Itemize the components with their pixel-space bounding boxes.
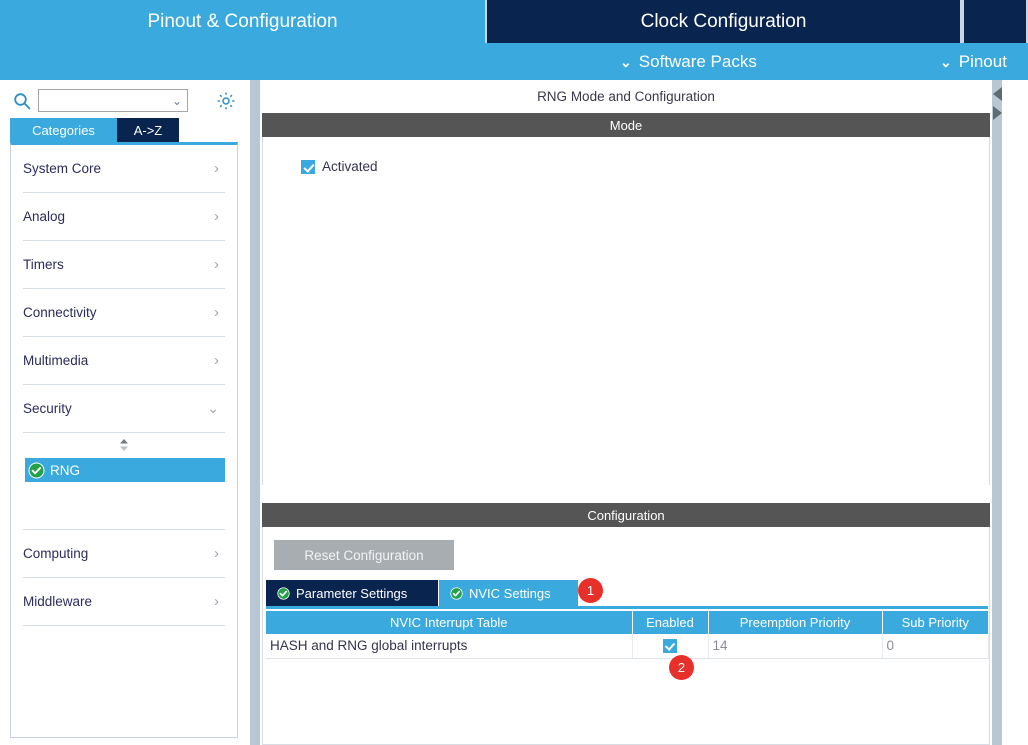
sidebar-tab-bar: Categories A->Z bbox=[10, 118, 248, 142]
sidebar-item-label: Timers bbox=[23, 257, 64, 272]
right-margin bbox=[1006, 80, 1028, 745]
sidebar-item-middleware[interactable]: Middleware › bbox=[23, 578, 225, 626]
sidebar: ⌄ Categories A->Z System Core › Analog › bbox=[0, 82, 248, 745]
tab-parameter-settings[interactable]: Parameter Settings bbox=[266, 580, 438, 606]
sidebar-item-system-core[interactable]: System Core › bbox=[23, 145, 225, 193]
scroll-spinner-icon[interactable] bbox=[117, 438, 131, 452]
configuration-tab-strip: Parameter Settings NVIC Settings bbox=[266, 580, 988, 609]
software-packs-label: Software Packs bbox=[638, 51, 757, 71]
sidebar-divider[interactable] bbox=[248, 80, 262, 745]
table-row[interactable]: HASH and RNG global interrupts 14 0 bbox=[266, 634, 989, 659]
sidebar-item-rng[interactable]: RNG bbox=[25, 458, 225, 482]
configuration-section-label: Configuration bbox=[587, 507, 665, 523]
activated-label: Activated bbox=[322, 159, 378, 174]
sidebar-item-security[interactable]: Security ⌄ bbox=[23, 385, 225, 433]
chevron-right-icon: › bbox=[214, 593, 219, 610]
right-collapse-strip bbox=[990, 80, 1004, 745]
interrupt-name-cell: HASH and RNG global interrupts bbox=[266, 634, 633, 659]
nvic-interrupt-table: NVIC Interrupt Table Enabled Preemption … bbox=[266, 611, 989, 659]
tab-underline bbox=[266, 606, 988, 609]
sub-priority-cell[interactable]: 0 bbox=[882, 634, 989, 659]
activated-checkbox-row[interactable]: Activated bbox=[301, 159, 378, 174]
tab-parameter-settings-label: Parameter Settings bbox=[296, 585, 408, 601]
annotation-badge-2: 2 bbox=[669, 655, 694, 680]
security-children: RNG bbox=[23, 433, 225, 530]
tab-third-partial[interactable] bbox=[962, 0, 1028, 43]
chevron-right-icon: › bbox=[214, 208, 219, 225]
sidebar-item-label: System Core bbox=[23, 161, 102, 176]
tab-nvic-settings[interactable]: NVIC Settings bbox=[439, 580, 578, 606]
chevron-right-icon: › bbox=[214, 352, 219, 369]
tab-a-to-z-label: A->Z bbox=[133, 122, 163, 138]
chevron-down-icon: ⌄ bbox=[620, 53, 632, 70]
chevron-right-icon: › bbox=[214, 545, 219, 562]
pinout-menu[interactable]: ⌄ Pinout bbox=[940, 43, 1007, 80]
tab-clock-configuration[interactable]: Clock Configuration bbox=[485, 0, 962, 43]
search-box[interactable]: ⌄ bbox=[38, 89, 188, 112]
sidebar-item-label: Computing bbox=[23, 546, 89, 561]
gear-icon[interactable] bbox=[216, 91, 236, 111]
sidebar-item-connectivity[interactable]: Connectivity › bbox=[23, 289, 225, 337]
check-circle-icon bbox=[277, 586, 290, 600]
configuration-section-body: Reset Configuration Parameter Settings N… bbox=[262, 527, 990, 745]
column-header-sub-priority[interactable]: Sub Priority bbox=[882, 611, 988, 634]
chevron-right-icon: › bbox=[214, 256, 219, 273]
collapse-left-arrow-icon[interactable] bbox=[993, 87, 1002, 101]
column-header-interrupt-table[interactable]: NVIC Interrupt Table bbox=[266, 611, 633, 634]
main-tab-bar: Pinout & Configuration Clock Configurati… bbox=[0, 0, 1028, 43]
check-circle-icon bbox=[28, 462, 45, 479]
enabled-cell[interactable] bbox=[632, 634, 709, 659]
tab-categories[interactable]: Categories bbox=[10, 118, 117, 142]
category-list: System Core › Analog › Timers › Connecti… bbox=[10, 142, 238, 738]
sidebar-item-label: Analog bbox=[23, 209, 66, 224]
chevron-down-icon[interactable]: ⌄ bbox=[172, 94, 182, 108]
mode-section-body: Activated bbox=[262, 137, 990, 485]
sidebar-item-rng-label: RNG bbox=[50, 462, 80, 478]
reset-configuration-button[interactable]: Reset Configuration bbox=[274, 540, 454, 570]
search-row: ⌄ bbox=[0, 86, 248, 116]
chevron-right-icon: › bbox=[214, 304, 219, 321]
tab-nvic-settings-label: NVIC Settings bbox=[469, 585, 551, 601]
column-header-preemption-priority[interactable]: Preemption Priority bbox=[708, 611, 883, 634]
activated-checkbox[interactable] bbox=[301, 159, 315, 174]
annotation-badge-1: 1 bbox=[578, 578, 603, 603]
tab-a-to-z[interactable]: A->Z bbox=[117, 118, 179, 142]
main-panel: RNG Mode and Configuration Mode Activate… bbox=[262, 82, 990, 745]
sidebar-item-computing[interactable]: Computing › bbox=[23, 530, 225, 578]
sidebar-item-timers[interactable]: Timers › bbox=[23, 241, 225, 289]
sidebar-item-multimedia[interactable]: Multimedia › bbox=[23, 337, 225, 385]
tab-categories-label: Categories bbox=[32, 122, 95, 138]
chevron-down-icon: ⌄ bbox=[207, 400, 219, 416]
pinout-menu-label: Pinout bbox=[958, 51, 1007, 71]
software-packs-menu[interactable]: ⌄ Software Packs bbox=[620, 43, 757, 80]
mode-section-label: Mode bbox=[609, 117, 643, 133]
enabled-checkbox[interactable] bbox=[663, 639, 677, 654]
column-header-enabled[interactable]: Enabled bbox=[632, 611, 709, 634]
sidebar-item-label: Connectivity bbox=[23, 305, 97, 320]
tab-pinout-configuration[interactable]: Pinout & Configuration bbox=[0, 0, 485, 43]
sub-tool-bar: ⌄ Software Packs ⌄ Pinout bbox=[0, 43, 1028, 80]
top-bar: Pinout & Configuration Clock Configurati… bbox=[0, 0, 1028, 80]
sidebar-item-label: Middleware bbox=[23, 594, 93, 609]
table-header-row: NVIC Interrupt Table Enabled Preemption … bbox=[266, 611, 988, 634]
check-circle-icon bbox=[450, 586, 463, 600]
sidebar-item-label: Multimedia bbox=[23, 353, 89, 368]
chevron-right-icon: › bbox=[214, 160, 219, 177]
search-input[interactable] bbox=[39, 91, 172, 110]
preemption-priority-cell[interactable]: 14 bbox=[708, 634, 883, 659]
sidebar-item-label: Security bbox=[23, 401, 72, 416]
configuration-section-header: Configuration bbox=[262, 503, 990, 527]
page-title: RNG Mode and Configuration bbox=[262, 82, 990, 110]
mode-section-header: Mode bbox=[262, 113, 990, 137]
expand-right-arrow-icon[interactable] bbox=[993, 106, 1002, 120]
tab-pinout-configuration-label: Pinout & Configuration bbox=[147, 10, 338, 32]
sidebar-item-analog[interactable]: Analog › bbox=[23, 193, 225, 241]
search-icon bbox=[13, 92, 31, 110]
chevron-down-icon: ⌄ bbox=[940, 53, 952, 70]
tab-clock-configuration-label: Clock Configuration bbox=[640, 10, 807, 32]
